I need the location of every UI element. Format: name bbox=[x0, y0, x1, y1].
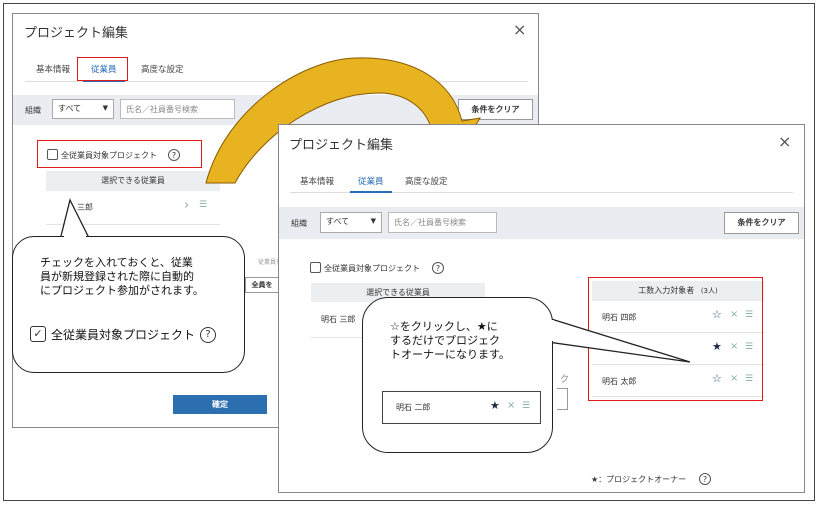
search-input[interactable]: 氏名／社員番号検索 bbox=[388, 212, 497, 233]
chevron-down-icon: ▼ bbox=[370, 217, 376, 225]
callout-text-line: ☆をクリックし、★に bbox=[390, 320, 498, 333]
help-icon[interactable]: ? bbox=[432, 262, 444, 274]
legend-text: ：プロジェクトオーナー bbox=[598, 475, 687, 484]
org-label: 組織 bbox=[25, 106, 41, 115]
tab-advanced[interactable]: 高度な設定 bbox=[405, 175, 448, 187]
org-select[interactable]: すべて ▼ bbox=[52, 99, 114, 119]
help-icon[interactable]: ? bbox=[699, 473, 711, 485]
all-employees-label: 全従業員対象プロジェクト bbox=[324, 264, 420, 273]
org-select-value: すべて bbox=[326, 217, 350, 226]
remove-icon: × bbox=[507, 400, 516, 411]
highlight-assigned-list bbox=[588, 277, 763, 401]
chevron-right-icon[interactable]: › bbox=[184, 198, 189, 213]
checkmark-icon: ✓ bbox=[33, 327, 43, 340]
close-icon[interactable]: × bbox=[778, 132, 791, 151]
selectable-employees-header: 選択できる従業員 bbox=[46, 171, 220, 191]
selectable-employee-row[interactable]: 三郎 › ☰ bbox=[46, 191, 220, 225]
highlight-employees-tab bbox=[77, 57, 128, 81]
callout-text-line: チェックを入れておくと、従業 bbox=[40, 256, 193, 269]
tab-employees[interactable]: 従業員 bbox=[358, 175, 384, 187]
dialog-title: プロジェクト編集 bbox=[289, 138, 394, 153]
close-icon[interactable]: × bbox=[513, 20, 526, 39]
chevron-down-icon: ▼ bbox=[102, 104, 108, 112]
partial-char: ク bbox=[560, 375, 570, 385]
tab-basic-info[interactable]: 基本情報 bbox=[36, 63, 70, 75]
clear-filter-button[interactable]: 条件をクリア bbox=[458, 99, 533, 120]
employee-name: 三郎 bbox=[77, 203, 93, 212]
callout-text-line: トオーナーになります。 bbox=[390, 348, 510, 361]
active-tab-underline bbox=[350, 191, 392, 193]
callout-text-line: にプロジェクト参加がされます。 bbox=[40, 284, 204, 297]
owner-legend: ★：プロジェクトオーナー bbox=[591, 474, 686, 485]
drag-handle-icon[interactable]: ☰ bbox=[199, 200, 207, 210]
tab-advanced[interactable]: 高度な設定 bbox=[141, 63, 184, 75]
example-checkbox-label: 全従業員対象プロジェクト bbox=[51, 328, 196, 342]
example-row: 明石 二郎 ★ × ☰ bbox=[382, 391, 541, 424]
left-callout-tail-cover bbox=[64, 235, 86, 238]
org-select[interactable]: すべて ▼ bbox=[320, 212, 382, 233]
org-select-value: すべて bbox=[58, 104, 82, 113]
clear-filter-button[interactable]: 条件をクリア bbox=[724, 212, 799, 234]
confirm-button[interactable]: 確定 bbox=[173, 395, 267, 414]
left-callout: チェックを入れておくと、従業 員が新規登録された際に自動的 にプロジェクト参加が… bbox=[12, 236, 245, 373]
partial-button-edge bbox=[557, 388, 568, 410]
example-checkbox: ✓ bbox=[30, 326, 46, 342]
tab-basic-info[interactable]: 基本情報 bbox=[300, 175, 334, 187]
dialog-title: プロジェクト編集 bbox=[24, 26, 129, 41]
org-label: 組織 bbox=[291, 219, 307, 228]
select-all-button-partial[interactable]: 全員を bbox=[245, 277, 279, 293]
employee-name: 明石 二郎 bbox=[396, 403, 431, 412]
search-input[interactable]: 氏名／社員番号検索 bbox=[120, 99, 235, 119]
star-filled-icon: ★ bbox=[490, 399, 500, 412]
callout-text-line: するだけでプロジェク bbox=[390, 334, 500, 347]
all-employees-checkbox[interactable] bbox=[310, 262, 321, 273]
right-callout-tail-cover bbox=[550, 320, 554, 341]
right-callout: ☆をクリックし、★に するだけでプロジェク トオーナーになります。 明石 二郎 … bbox=[362, 297, 553, 453]
drag-handle-icon: ☰ bbox=[522, 401, 531, 411]
employee-name: 明石 三郎 bbox=[321, 315, 356, 324]
callout-text-line: 員が新規登録された際に自動的 bbox=[40, 270, 194, 283]
highlight-all-employees bbox=[37, 140, 202, 168]
help-icon: ? bbox=[200, 327, 216, 343]
